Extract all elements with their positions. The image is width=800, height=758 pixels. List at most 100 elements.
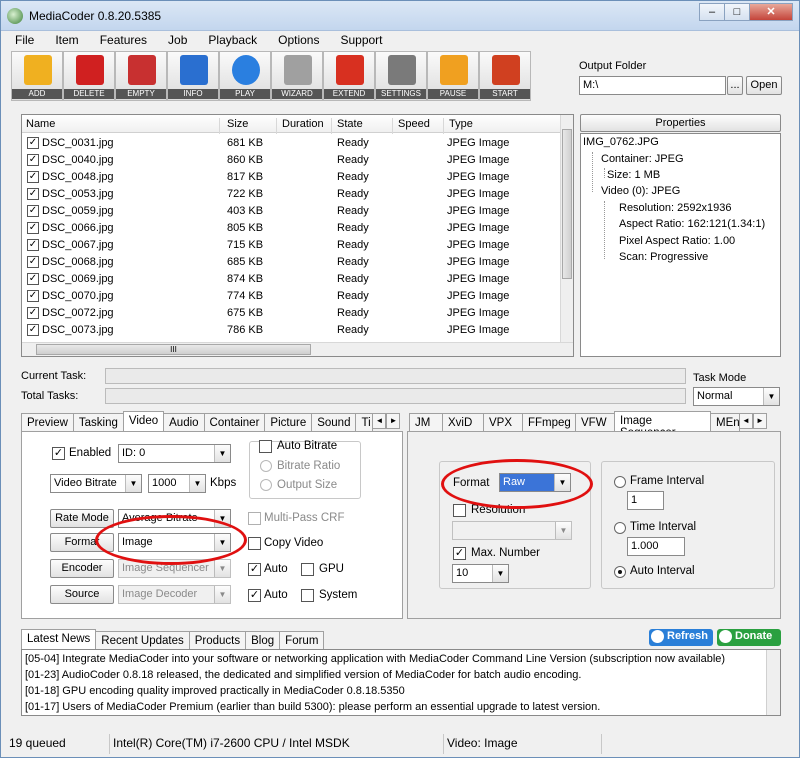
row-checkbox[interactable]: ✓ bbox=[27, 290, 39, 302]
prop-item[interactable]: Video (0): JPEG bbox=[601, 185, 680, 197]
news-item[interactable]: [01-17] Users of MediaCoder Premium (ear… bbox=[25, 701, 600, 713]
file-list-vscroll[interactable] bbox=[560, 115, 573, 343]
prop-item[interactable]: Container: JPEG bbox=[601, 153, 684, 165]
row-checkbox[interactable]: ✓ bbox=[27, 307, 39, 319]
row-checkbox[interactable]: ✓ bbox=[27, 239, 39, 251]
time-interval-input[interactable]: 1.000 bbox=[627, 537, 685, 556]
open-button[interactable]: Open bbox=[746, 76, 782, 95]
time-interval-radio[interactable] bbox=[614, 522, 626, 534]
tab-audio[interactable]: Audio bbox=[163, 413, 205, 432]
rate-mode-button[interactable]: Rate Mode bbox=[50, 509, 114, 528]
max-number-checkbox[interactable]: ✓ bbox=[453, 547, 466, 560]
tab-xvid[interactable]: XviD bbox=[442, 413, 484, 432]
table-row[interactable]: ✓ DSC_0068.jpg 685 KB Ready JPEG Image bbox=[22, 254, 562, 271]
toolbar-play-button[interactable]: PLAY bbox=[219, 51, 271, 101]
tab-scroll-left-2[interactable]: ◄ bbox=[739, 413, 753, 429]
row-checkbox[interactable]: ✓ bbox=[27, 171, 39, 183]
prop-item[interactable]: Aspect Ratio: 162:121(1.34:1) bbox=[619, 218, 765, 230]
bitrate-ratio-radio[interactable] bbox=[260, 460, 272, 472]
hscroll-thumb[interactable]: III bbox=[36, 344, 311, 355]
tab-preview[interactable]: Preview bbox=[21, 413, 74, 432]
prop-item[interactable]: Size: 1 MB bbox=[607, 169, 660, 181]
table-row[interactable]: ✓ DSC_0048.jpg 817 KB Ready JPEG Image bbox=[22, 169, 562, 186]
row-checkbox[interactable]: ✓ bbox=[27, 273, 39, 285]
close-button[interactable]: ✕ bbox=[749, 3, 793, 21]
maximize-button[interactable]: □ bbox=[724, 3, 750, 21]
column-state[interactable]: State bbox=[333, 118, 393, 134]
source-auto-checkbox[interactable]: ✓ bbox=[248, 589, 261, 602]
auto-bitrate-checkbox[interactable] bbox=[259, 440, 272, 453]
menu-item[interactable]: Item bbox=[41, 32, 85, 50]
browse-button[interactable]: ... bbox=[727, 76, 743, 95]
properties-header[interactable]: Properties bbox=[580, 114, 781, 132]
tab-ffmpeg[interactable]: FFmpeg bbox=[522, 413, 576, 432]
news-list[interactable]: [05-04] Integrate MediaCoder into your s… bbox=[21, 649, 781, 716]
tab-scroll-right-2[interactable]: ► bbox=[753, 413, 767, 429]
max-number-select[interactable]: 10 ▼ bbox=[452, 564, 509, 583]
toolbar-info-button[interactable]: INFO bbox=[167, 51, 219, 101]
tab-video[interactable]: Video bbox=[122, 411, 165, 432]
auto-interval-radio[interactable] bbox=[614, 566, 626, 578]
column-name[interactable]: Name bbox=[22, 118, 220, 134]
properties-tree[interactable]: IMG_0762.JPG Container: JPEG Size: 1 MB … bbox=[580, 133, 781, 357]
bitrate-mode-select[interactable]: Video Bitrate ▼ bbox=[50, 474, 142, 493]
toolbar-extend-button[interactable]: EXTEND bbox=[323, 51, 375, 101]
frame-interval-radio[interactable] bbox=[614, 476, 626, 488]
column-size[interactable]: Size bbox=[223, 118, 277, 134]
toolbar-start-button[interactable]: START bbox=[479, 51, 531, 101]
row-checkbox[interactable]: ✓ bbox=[27, 205, 39, 217]
menu-job[interactable]: Job bbox=[154, 32, 194, 50]
table-row[interactable]: ✓ DSC_0053.jpg 722 KB Ready JPEG Image bbox=[22, 186, 562, 203]
tab-scroll-right[interactable]: ► bbox=[386, 413, 401, 429]
menu-options[interactable]: Options bbox=[264, 32, 326, 50]
task-mode-select[interactable]: Normal ▼ bbox=[693, 387, 780, 406]
toolbar-delete-button[interactable]: DELETE bbox=[63, 51, 115, 101]
video-id-select[interactable]: ID: 0 ▼ bbox=[118, 444, 231, 463]
table-row[interactable]: ✓ DSC_0073.jpg 786 KB Ready JPEG Image bbox=[22, 322, 562, 339]
menu-features[interactable]: Features bbox=[86, 32, 154, 50]
tab-jm[interactable]: JM bbox=[409, 413, 443, 432]
output-size-radio[interactable] bbox=[260, 479, 272, 491]
row-checkbox[interactable]: ✓ bbox=[27, 324, 39, 336]
table-row[interactable]: ✓ DSC_0072.jpg 675 KB Ready JPEG Image bbox=[22, 305, 562, 322]
table-row[interactable]: ✓ DSC_0059.jpg 403 KB Ready JPEG Image bbox=[22, 203, 562, 220]
table-row[interactable]: ✓ DSC_0070.jpg 774 KB Ready JPEG Image bbox=[22, 288, 562, 305]
encoder-button[interactable]: Encoder bbox=[50, 559, 114, 578]
column-duration[interactable]: Duration bbox=[278, 118, 332, 134]
toolbar-add-button[interactable]: ADD bbox=[11, 51, 63, 101]
table-row[interactable]: ✓ DSC_0031.jpg 681 KB Ready JPEG Image bbox=[22, 135, 562, 152]
tab-blog[interactable]: Blog bbox=[245, 631, 281, 650]
tab-vfw[interactable]: VFW bbox=[575, 413, 615, 432]
gpu-checkbox[interactable] bbox=[301, 563, 314, 576]
refresh-button[interactable]: Refresh bbox=[649, 629, 713, 646]
prop-item[interactable]: Pixel Aspect Ratio: 1.00 bbox=[619, 235, 735, 247]
source-select[interactable]: Image Decoder ▼ bbox=[118, 585, 231, 604]
file-list-hscroll[interactable]: III bbox=[22, 342, 573, 356]
tab-picture[interactable]: Picture bbox=[264, 413, 313, 432]
donate-button[interactable]: Donate bbox=[717, 629, 781, 646]
tab-scroll-left[interactable]: ◄ bbox=[372, 413, 387, 429]
minimize-button[interactable]: – bbox=[699, 3, 725, 21]
menu-playback[interactable]: Playback bbox=[194, 32, 264, 50]
tab-truncated[interactable]: Ti bbox=[355, 413, 374, 432]
resolution-select[interactable]: ▼ bbox=[452, 521, 572, 540]
row-checkbox[interactable]: ✓ bbox=[27, 188, 39, 200]
toolbar-settings-button[interactable]: SETTINGS bbox=[375, 51, 427, 101]
row-checkbox[interactable]: ✓ bbox=[27, 222, 39, 234]
tab-vpx[interactable]: VPX bbox=[483, 413, 523, 432]
row-checkbox[interactable]: ✓ bbox=[27, 137, 39, 149]
table-row[interactable]: ✓ DSC_0040.jpg 860 KB Ready JPEG Image bbox=[22, 152, 562, 169]
source-button[interactable]: Source bbox=[50, 585, 114, 604]
menu-file[interactable]: File bbox=[1, 32, 41, 50]
news-item[interactable]: [05-04] Integrate MediaCoder into your s… bbox=[25, 653, 725, 665]
prop-item[interactable]: Resolution: 2592x1936 bbox=[619, 202, 732, 214]
toolbar-wizard-button[interactable]: WIZARD bbox=[271, 51, 323, 101]
table-row[interactable]: ✓ DSC_0067.jpg 715 KB Ready JPEG Image bbox=[22, 237, 562, 254]
file-list[interactable]: Name Size Duration State Speed Type ✓ DSC… bbox=[21, 114, 574, 357]
row-checkbox[interactable]: ✓ bbox=[27, 154, 39, 166]
tab-tasking[interactable]: Tasking bbox=[72, 413, 124, 432]
column-speed[interactable]: Speed bbox=[394, 118, 444, 134]
prop-item[interactable]: Scan: Progressive bbox=[619, 251, 708, 263]
multipass-checkbox[interactable] bbox=[248, 512, 261, 525]
tab-products[interactable]: Products bbox=[188, 631, 247, 650]
